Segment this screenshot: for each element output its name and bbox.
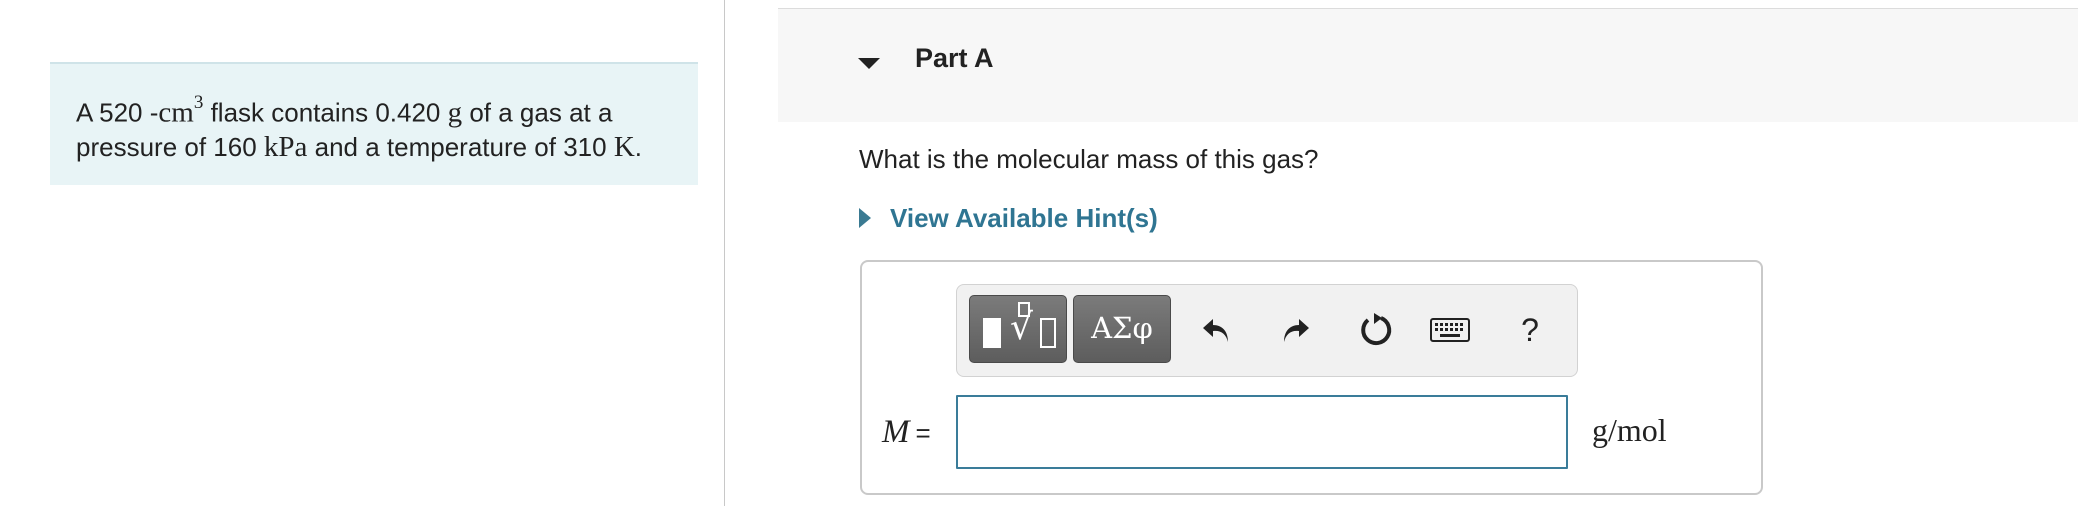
problem-column: A 520 -cm3 flask contains 0.420 g of a g… xyxy=(0,0,725,506)
view-hints-link[interactable]: View Available Hint(s) xyxy=(859,203,1158,233)
problem-statement: A 520 -cm3 flask contains 0.420 g of a g… xyxy=(50,62,698,185)
help-icon[interactable]: ? xyxy=(1507,305,1553,355)
undo-icon[interactable] xyxy=(1193,305,1239,355)
answer-input[interactable] xyxy=(956,395,1568,469)
question-text: What is the molecular mass of this gas? xyxy=(859,144,1319,174)
keyboard-icon[interactable] xyxy=(1427,305,1473,355)
view-hints-label: View Available Hint(s) xyxy=(890,202,1158,233)
part-column: Part A What is the molecular mass of thi… xyxy=(726,0,2078,506)
answer-variable-label: M = xyxy=(882,414,931,451)
answer-panel: √ ΑΣφ ? M = g/mol xyxy=(860,260,1763,495)
volume-exponent: 3 xyxy=(193,92,204,113)
problem-text-4: pressure of 160 xyxy=(76,131,264,162)
temperature-unit: K xyxy=(613,130,635,163)
symbols-label: ΑΣφ xyxy=(1091,311,1153,345)
part-title: Part A xyxy=(915,43,994,73)
mass-unit: g xyxy=(447,96,463,129)
equals-sign: = xyxy=(915,418,931,448)
problem-text-1: A 520 - xyxy=(76,97,159,128)
part-header[interactable]: Part A xyxy=(778,8,2078,122)
problem-text-5: and a temperature of 310 xyxy=(307,131,614,162)
expand-caret-icon xyxy=(859,208,871,228)
templates-button[interactable]: √ xyxy=(969,295,1067,363)
problem-text-3: of a gas at a xyxy=(462,97,613,128)
problem-text-6: . xyxy=(634,131,643,162)
collapse-caret-icon[interactable] xyxy=(858,58,880,69)
answer-unit: g/mol xyxy=(1592,412,1667,448)
symbols-button[interactable]: ΑΣφ xyxy=(1073,295,1171,363)
variable-symbol: M xyxy=(882,414,910,450)
page: A 520 -cm3 flask contains 0.420 g of a g… xyxy=(0,0,2078,506)
volume-unit: cm xyxy=(158,96,194,129)
math-toolbar: √ ΑΣφ ? xyxy=(956,284,1578,377)
problem-text-2: flask contains 0.420 xyxy=(203,97,448,128)
reset-icon[interactable] xyxy=(1353,305,1399,355)
redo-icon[interactable] xyxy=(1273,305,1319,355)
pressure-unit: kPa xyxy=(263,130,308,163)
